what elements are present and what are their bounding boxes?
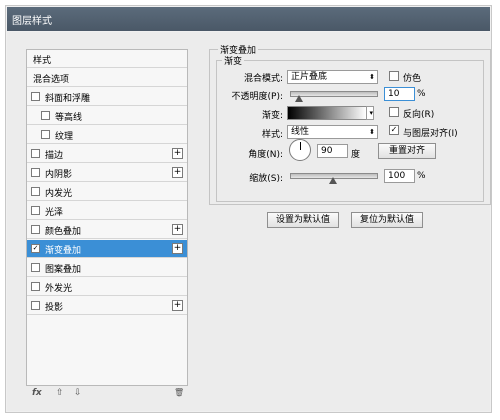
blend-mode-select[interactable]: 正片叠底 ⬍ (287, 70, 378, 84)
reset-default-button[interactable]: 复位为默认值 (351, 212, 423, 228)
angle-needle (300, 142, 301, 150)
style-list-item[interactable]: 内发光 (27, 183, 187, 201)
style-checkbox[interactable] (41, 111, 50, 120)
style-list-label: 颜色叠加 (45, 227, 82, 237)
style-list-label: 外发光 (45, 284, 73, 294)
opacity-slider-thumb[interactable] (294, 95, 303, 102)
layer-style-dialog: 图层样式 样式 混合选项 斜面和浮雕 等高线 纹理 描边 + 内阴影 + 内发光 光泽 颜色叠加 + ✓ 渐… (5, 5, 492, 413)
style-label: 样式: (261, 130, 283, 140)
align-with-layer-checkbox[interactable]: ✓ (389, 125, 399, 135)
style-list-item[interactable]: 样式 (27, 50, 187, 68)
style-list-item[interactable]: 颜色叠加 + (27, 221, 187, 239)
style-value: 线性 (291, 127, 310, 137)
panel-subtitle: 渐变 (222, 54, 245, 67)
opacity-label: 不透明度(P): (231, 92, 283, 102)
style-checkbox[interactable]: ✓ (31, 244, 40, 253)
style-list-label: 描边 (45, 151, 64, 161)
style-checkbox[interactable] (41, 130, 50, 139)
style-list-label: 纹理 (55, 132, 74, 142)
style-checkbox[interactable] (31, 301, 40, 310)
style-checkbox[interactable] (31, 149, 40, 158)
style-list-footer: fx ⇧ ⇩ 🗑 (26, 385, 186, 405)
style-list-label: 混合选项 (33, 75, 70, 85)
style-list-item[interactable]: 图案叠加 (27, 259, 187, 277)
add-effect-icon[interactable]: + (172, 167, 183, 178)
style-list-item[interactable]: 混合选项 (27, 69, 187, 87)
add-effect-icon[interactable]: + (172, 148, 183, 159)
scale-unit: % (417, 171, 426, 181)
style-list-item[interactable]: 内阴影 + (27, 164, 187, 182)
add-effect-icon[interactable]: + (172, 224, 183, 235)
style-list-label: 渐变叠加 (45, 246, 82, 256)
angle-dial[interactable] (289, 139, 311, 161)
style-list-item[interactable]: 斜面和浮雕 (27, 88, 187, 106)
dither-label: 仿色 (403, 74, 422, 84)
style-checkbox[interactable] (31, 187, 40, 196)
style-checkbox[interactable] (31, 92, 40, 101)
scale-slider-thumb[interactable] (329, 177, 337, 184)
add-effect-icon[interactable]: + (172, 300, 183, 311)
style-list-label: 样式 (33, 56, 52, 66)
blend-mode-value: 正片叠底 (291, 72, 328, 82)
style-list-label: 等高线 (55, 113, 83, 123)
set-default-button[interactable]: 设置为默认值 (267, 212, 339, 228)
style-checkbox[interactable] (31, 168, 40, 177)
opacity-unit: % (417, 89, 426, 99)
style-list-item[interactable]: 纹理 (27, 126, 187, 144)
style-list-item[interactable]: 描边 + (27, 145, 187, 163)
style-list-item[interactable]: 投影 + (27, 297, 187, 315)
dropdown-arrow-icon: ⬍ (369, 128, 375, 136)
dropdown-arrow-icon: ▾ (369, 109, 373, 117)
style-list-label: 图案叠加 (45, 265, 82, 275)
trash-icon[interactable]: 🗑 (174, 388, 184, 397)
style-list-label: 斜面和浮雕 (45, 94, 91, 104)
gradient-overlay-group: 渐变叠加 渐变 混合模式: 正片叠底 ⬍ 仿色 不透明度(P): 10 % 渐变… (209, 43, 491, 205)
dialog-title: 图层样式 (12, 16, 52, 27)
align-with-layer-label: 与图层对齐(I) (403, 129, 458, 139)
style-list: 样式混合选项斜面和浮雕等高线纹理描边 + 内阴影 + 内发光光泽颜色叠加 + ✓ 渐变叠加 + 图… (26, 49, 188, 386)
gradient-subgroup: 渐变 混合模式: 正片叠底 ⬍ 仿色 不透明度(P): 10 % 渐变: ▾ 反… (216, 54, 484, 202)
gradient-picker-button[interactable]: ▾ (366, 106, 374, 120)
style-select[interactable]: 线性 ⬍ (287, 125, 378, 139)
style-list-item[interactable]: ✓ 渐变叠加 + (27, 240, 187, 258)
style-checkbox[interactable] (31, 263, 40, 272)
style-list-item[interactable]: 外发光 (27, 278, 187, 296)
scale-input[interactable]: 100 (384, 169, 415, 183)
move-up-icon[interactable]: ⇧ (56, 388, 64, 398)
style-list-label: 投影 (45, 303, 64, 313)
blend-mode-label: 混合模式: (243, 74, 283, 84)
style-checkbox[interactable] (31, 206, 40, 215)
reset-align-button[interactable]: 重置对齐 (378, 143, 436, 159)
style-list-item[interactable]: 光泽 (27, 202, 187, 220)
style-list-label: 光泽 (45, 208, 64, 218)
move-down-icon[interactable]: ⇩ (74, 388, 82, 398)
dropdown-arrow-icon: ⬍ (369, 73, 375, 81)
style-checkbox[interactable] (31, 225, 40, 234)
angle-label: 角度(N): (248, 150, 283, 160)
style-checkbox[interactable] (31, 282, 40, 291)
scale-label: 缩放(S): (249, 174, 283, 184)
angle-input[interactable]: 90 (317, 144, 348, 158)
title-bar[interactable]: 图层样式 (7, 7, 490, 31)
dialog-body: 样式混合选项斜面和浮雕等高线纹理描边 + 内阴影 + 内发光光泽颜色叠加 + ✓ 渐变叠加 + 图… (7, 32, 491, 411)
opacity-input[interactable]: 10 (384, 87, 415, 101)
reverse-checkbox[interactable] (389, 107, 399, 117)
gradient-label: 渐变: (261, 111, 283, 121)
style-list-label: 内阴影 (45, 170, 73, 180)
gradient-swatch[interactable] (287, 106, 367, 120)
dither-checkbox[interactable] (389, 71, 399, 81)
angle-unit: 度 (351, 150, 361, 160)
fx-icon[interactable]: fx (32, 388, 42, 398)
style-list-label: 内发光 (45, 189, 73, 199)
add-effect-icon[interactable]: + (172, 243, 183, 254)
style-list-item[interactable]: 等高线 (27, 107, 187, 125)
reverse-label: 反向(R) (403, 110, 435, 120)
opacity-slider[interactable] (290, 91, 378, 97)
